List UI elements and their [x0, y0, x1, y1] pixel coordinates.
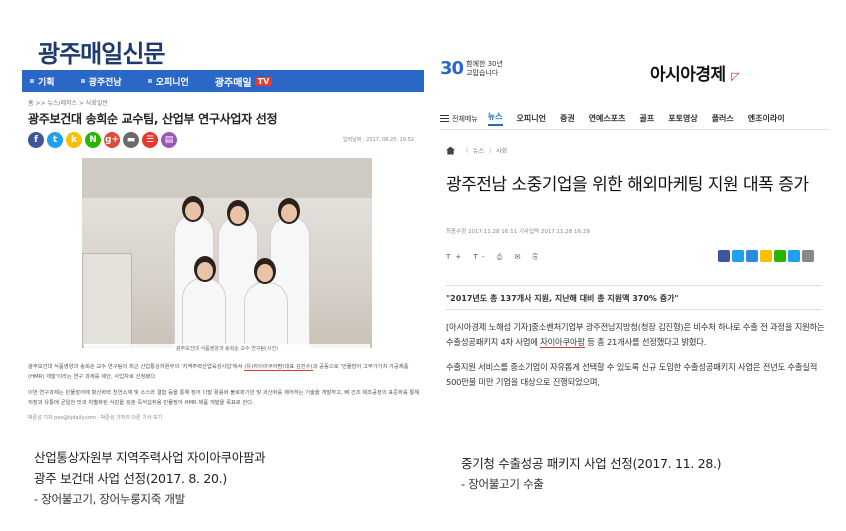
left-news-clipping: 광주매일신문 기획 광주전남 오피니언 광주매일 TV 홈 >> 뉴스/레저스 >…	[22, 28, 424, 428]
share-icon[interactable]: ▤	[161, 132, 177, 148]
share-icon[interactable]	[760, 250, 772, 262]
logo-flag-icon: ◸	[731, 70, 740, 83]
photo-person	[244, 282, 288, 348]
breadcrumb-news[interactable]: 뉴스	[473, 146, 484, 155]
anniversary-badge: 30 함께한 30년 고맙습니다	[440, 58, 503, 79]
share-icon[interactable]	[732, 250, 744, 262]
article-title: 광주전남 소중기업을 위한 해외마케팅 지원 대폭 증가	[446, 175, 809, 195]
right-clipping-caption: 중기청 수출성공 패키지 사업 선정(2017. 11. 28.) - 장어불고…	[461, 456, 722, 491]
share-icon[interactable]: ☰	[142, 132, 158, 148]
article-paragraph: 광주보건대 식품영양과 송희순 교수 연구팀이 최근 산업통상자원부의 '지역주…	[28, 364, 409, 380]
all-menu-button[interactable]: 전체메뉴	[440, 114, 478, 124]
share-icon[interactable]	[788, 250, 800, 262]
article-body: [아시아경제 노해섭 기자]중소벤처기업부 광주전남지방청(청장 김진형)은 비…	[446, 320, 826, 400]
gwangju-maeil-logo[interactable]: 광주매일신문	[38, 34, 165, 69]
nav-item-tv[interactable]: 광주매일 TV	[215, 74, 273, 89]
tab-plus[interactable]: 플러스	[712, 113, 734, 124]
share-icon[interactable]: N	[85, 132, 101, 148]
article-paragraph: 수출지원 서비스를 중소기업이 자유롭게 선택할 수 있도록 신규 도입한 수출…	[446, 362, 818, 387]
anniversary-number: 30	[440, 58, 464, 79]
tv-badge: TV	[254, 76, 273, 86]
left-clipping-caption: 산업통상자원부 지역주력사업 자이아쿠아팜과 광주 보건대 사업 선정(2017…	[34, 450, 266, 506]
highlighted-company: (유)자이아쿠아팜(대표 김진수)	[244, 364, 313, 371]
share-icon[interactable]: t	[47, 132, 63, 148]
nav-item-opinion[interactable]: 오피니언	[147, 75, 189, 88]
share-icon[interactable]	[746, 250, 758, 262]
breadcrumb: 홈 >> 뉴스/레저스 > 사회일반	[28, 100, 108, 107]
nav-item-kihoek[interactable]: 기획	[30, 75, 55, 88]
photo-person	[182, 278, 226, 348]
hamburger-icon	[440, 115, 449, 122]
share-buttons	[716, 250, 814, 262]
asia-economy-logo[interactable]: 아시아경제 ◸	[650, 60, 740, 85]
article-date: 최종수정 2017.11.28 16:11 기사입력 2017.11.28 16…	[446, 229, 590, 235]
article-summary: "2017년도 총 137개사 지원, 지난해 대비 총 지원액 370% 증가…	[446, 285, 822, 310]
article-photo	[82, 158, 372, 348]
photo-background-shelf	[82, 158, 372, 198]
photo-lab-cabinet	[82, 253, 132, 348]
tab-photo-video[interactable]: 포토영상	[668, 113, 697, 124]
tab-entertainment-sports[interactable]: 연예스포츠	[589, 113, 626, 124]
share-icon[interactable]	[802, 250, 814, 262]
article-paragraph: [아시아경제 노해섭 기자]중소벤처기업부 광주전남지방청(청장 김진형)은 비…	[446, 322, 825, 348]
tab-enjoy-life[interactable]: 엔조이라이	[748, 113, 785, 124]
breadcrumb: | 뉴스 | 사회	[446, 146, 507, 155]
reporter-footer[interactable]: 박준성 기자 pes@kjdaily.com · 박준성 기자의 다른 기사 보…	[28, 414, 162, 421]
right-news-clipping: 30 함께한 30년 고맙습니다 아시아경제 ◸ 전체메뉴 뉴스 오피니언 증권 …	[440, 56, 830, 416]
tab-golf[interactable]: 골프	[640, 113, 655, 124]
article-paragraph: 이번 연구과제는 민물장어에 항산화력 천연소재 및 소스와 결합 등을 통해 …	[28, 390, 420, 406]
share-icon[interactable]: g+	[104, 132, 120, 148]
article-body: 광주보건대 식품영양과 송희순 교수 연구팀이 최근 산업통상자원부의 '지역주…	[28, 362, 422, 414]
share-icon[interactable]: k	[66, 132, 82, 148]
share-icon[interactable]	[718, 250, 730, 262]
share-icon[interactable]	[774, 250, 786, 262]
tab-opinion[interactable]: 오피니언	[517, 113, 546, 124]
article-title: 광주보건대 송희순 교수팀, 산업부 연구사업자 선정	[28, 112, 278, 126]
font-size-print-tools[interactable]: T+ T- ⎙ ✉ ⎘	[446, 253, 543, 262]
asia-economy-nav-bar: 전체메뉴 뉴스 오피니언 증권 연예스포츠 골프 포토영상 플러스 엔조이라이	[440, 108, 830, 130]
breadcrumb-society[interactable]: 사회	[496, 146, 507, 155]
home-icon[interactable]	[446, 146, 455, 155]
highlighted-company: 자이아쿠아팜	[540, 337, 585, 348]
share-icon[interactable]: f	[28, 132, 44, 148]
tab-stocks[interactable]: 증권	[560, 113, 575, 124]
gwangju-nav-bar: 기획 광주전남 오피니언 광주매일 TV	[22, 70, 424, 92]
nav-item-gwangju-jeonnam[interactable]: 광주전남	[80, 75, 122, 88]
article-date: 입력날짜 : 2017. 08.20. 19:52	[342, 137, 414, 143]
share-buttons: f t k Ng+ ▬ ☰ ▤	[28, 132, 180, 148]
photo-caption: 광주보건대 식품영양과 송희순 교수 연구팀(사진)	[84, 344, 370, 355]
tab-news[interactable]: 뉴스	[487, 111, 503, 126]
share-icon[interactable]: ▬	[123, 132, 139, 148]
